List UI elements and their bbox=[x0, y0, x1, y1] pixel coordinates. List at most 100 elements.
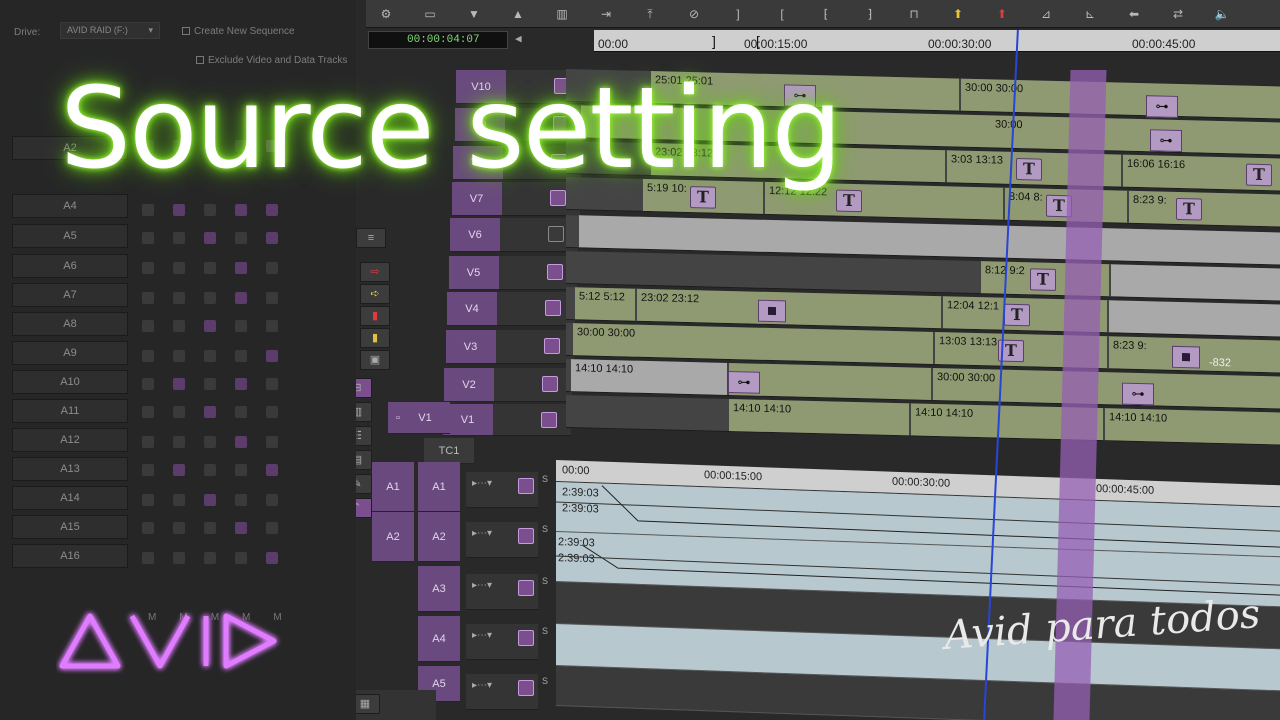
timeline-ruler[interactable]: 00:00 00:00:15:00 00:00:30:00 00:00:45:0… bbox=[594, 30, 1280, 52]
patch-cell[interactable] bbox=[235, 292, 247, 304]
patch-cell[interactable] bbox=[266, 522, 278, 534]
track-row-a15[interactable]: A15 bbox=[12, 515, 128, 539]
segment-extract-icon[interactable]: ⊾ bbox=[1078, 3, 1102, 25]
patch-cell[interactable] bbox=[173, 522, 185, 534]
track-row-a6[interactable]: A6 bbox=[12, 254, 128, 278]
solo-button[interactable]: S bbox=[542, 524, 548, 534]
overwrite-icon[interactable]: ⬆ bbox=[990, 3, 1014, 25]
patch-cell[interactable] bbox=[204, 522, 216, 534]
clip[interactable]: 30:00 30:00 bbox=[960, 78, 1280, 120]
patch-cell[interactable] bbox=[173, 436, 185, 448]
lift-icon[interactable]: ⤒ bbox=[638, 3, 662, 25]
mark-in-icon[interactable]: [ bbox=[770, 3, 794, 25]
patch-cell[interactable] bbox=[235, 350, 247, 362]
patch-cell[interactable] bbox=[266, 320, 278, 332]
clip[interactable]: 30:00 30:00 bbox=[932, 367, 1280, 410]
drive-select[interactable]: AVID RAID (F:) ▾ bbox=[60, 22, 160, 39]
record-track-v1[interactable]: V1 bbox=[442, 404, 493, 436]
audio-monitor-icon[interactable] bbox=[518, 630, 534, 646]
solo-button[interactable]: S bbox=[542, 626, 548, 636]
key-icon[interactable]: ⊶ bbox=[1146, 95, 1178, 118]
patch-cell[interactable] bbox=[235, 522, 247, 534]
patch-cell[interactable] bbox=[266, 406, 278, 418]
audio-monitor-icon[interactable] bbox=[518, 680, 534, 696]
patch-cell[interactable] bbox=[235, 204, 247, 216]
source-track-a2[interactable]: A2 bbox=[372, 512, 414, 562]
patch-cell[interactable] bbox=[204, 464, 216, 476]
no-icon[interactable]: ⊘ bbox=[682, 3, 706, 25]
key-icon[interactable]: ⊶ bbox=[728, 370, 760, 394]
track-row-a14[interactable]: A14 bbox=[12, 486, 128, 510]
patch-cell[interactable] bbox=[204, 232, 216, 244]
monitor-toggle-icon[interactable] bbox=[545, 300, 561, 316]
patch-cell[interactable] bbox=[235, 262, 247, 274]
clip[interactable]: 23:02 23:12 bbox=[636, 288, 942, 329]
patch-cell[interactable] bbox=[204, 378, 216, 390]
record-track-v2[interactable]: V2 bbox=[444, 368, 494, 402]
title-effect-icon[interactable]: T bbox=[1004, 303, 1030, 327]
patch-cell[interactable] bbox=[173, 406, 185, 418]
clip[interactable]: 14:10 14:10 bbox=[728, 398, 910, 436]
record-track-a3[interactable]: A3 bbox=[418, 566, 460, 612]
track-row-a10[interactable]: A10 bbox=[12, 370, 128, 394]
patch-cell[interactable] bbox=[142, 262, 154, 274]
solo-button[interactable]: S bbox=[542, 576, 548, 586]
patch-cell[interactable] bbox=[204, 262, 216, 274]
waveform-toggle-icon[interactable]: ▸⋯▾ bbox=[472, 630, 492, 641]
sequence-icon[interactable]: ▥ bbox=[550, 3, 574, 25]
down-arrow-icon[interactable]: ▼ bbox=[462, 3, 486, 25]
solo-button[interactable]: S bbox=[542, 676, 548, 686]
patch-cell[interactable] bbox=[266, 204, 278, 216]
clip[interactable]: 5:12 5:12 bbox=[574, 287, 636, 321]
waveform-icon[interactable]: ⌃ bbox=[356, 498, 372, 518]
patch-cell[interactable] bbox=[266, 552, 278, 564]
grid-view-icon[interactable]: ▦ bbox=[356, 694, 380, 714]
patch-cell[interactable] bbox=[142, 436, 154, 448]
patch-cell[interactable] bbox=[173, 204, 185, 216]
waveform-toggle-icon[interactable]: ▸⋯▾ bbox=[472, 478, 492, 489]
patch-cell[interactable] bbox=[266, 436, 278, 448]
add-edit-icon[interactable]: ⬅ bbox=[1122, 3, 1146, 25]
patch-cell[interactable] bbox=[173, 494, 185, 506]
source-track-v1[interactable]: V1 bbox=[400, 402, 450, 434]
patch-cell[interactable] bbox=[204, 320, 216, 332]
mark-out-icon[interactable]: ] bbox=[726, 3, 750, 25]
patch-cell[interactable] bbox=[204, 436, 216, 448]
patch-cell[interactable] bbox=[204, 350, 216, 362]
clip[interactable]: 8:23 9: bbox=[1128, 190, 1280, 228]
clip[interactable]: 14:10 14:10 bbox=[570, 359, 728, 395]
patch-cell[interactable] bbox=[173, 552, 185, 564]
patch-cell[interactable] bbox=[204, 204, 216, 216]
sliders-icon[interactable]: ☷ bbox=[356, 426, 372, 446]
menu-icon[interactable]: ≡ bbox=[356, 228, 386, 248]
clip[interactable] bbox=[1108, 300, 1280, 338]
track-row-a13[interactable]: A13 bbox=[12, 457, 128, 481]
settings-icon[interactable]: ⚙ bbox=[374, 3, 398, 25]
clip[interactable]: 14:10 14:10 bbox=[1104, 408, 1280, 446]
title-effect-icon[interactable]: T bbox=[1016, 157, 1042, 181]
record-track-v4[interactable]: V4 bbox=[447, 292, 497, 326]
patch-cell[interactable] bbox=[235, 406, 247, 418]
audio-monitor-icon[interactable] bbox=[518, 478, 534, 494]
key-icon[interactable]: ⊶ bbox=[1150, 129, 1182, 153]
waveform-toggle-icon[interactable]: ▸⋯▾ bbox=[472, 580, 492, 591]
patch-cell[interactable] bbox=[266, 292, 278, 304]
patch-cell[interactable] bbox=[173, 378, 185, 390]
track-row-a9[interactable]: A9 bbox=[12, 341, 128, 365]
record-icon[interactable]: ▮ bbox=[360, 306, 390, 326]
title-effect-icon[interactable]: T bbox=[1176, 197, 1202, 221]
patch-cell[interactable] bbox=[204, 406, 216, 418]
pencil-icon[interactable]: ✎ bbox=[356, 474, 372, 494]
patch-cell[interactable] bbox=[142, 204, 154, 216]
patch-cell[interactable] bbox=[266, 378, 278, 390]
record-track-v6[interactable]: V6 bbox=[450, 218, 500, 252]
key-icon[interactable]: ⊶ bbox=[1122, 382, 1154, 406]
monitor-toggle-icon[interactable] bbox=[542, 376, 558, 392]
patch-cell[interactable] bbox=[142, 320, 154, 332]
lift-up-icon[interactable]: ⬆ bbox=[946, 3, 970, 25]
track-row-a5[interactable]: A5 bbox=[12, 224, 128, 248]
patch-cell[interactable] bbox=[173, 292, 185, 304]
video-layout-icon[interactable]: ⊟ bbox=[356, 378, 372, 398]
patch-cell[interactable] bbox=[204, 552, 216, 564]
patch-cell[interactable] bbox=[266, 494, 278, 506]
